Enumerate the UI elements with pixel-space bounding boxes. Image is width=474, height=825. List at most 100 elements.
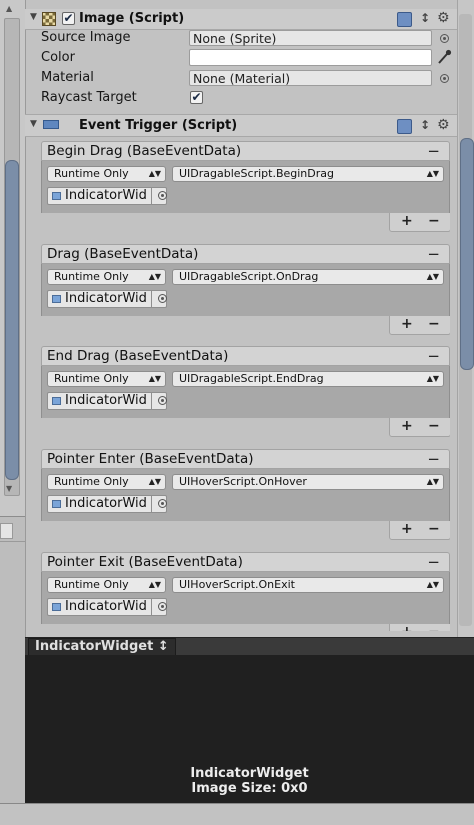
remove-event-button[interactable]: − bbox=[427, 450, 440, 468]
remove-listener-button[interactable]: − bbox=[428, 316, 440, 332]
source-image-field[interactable]: None (Sprite) bbox=[189, 30, 432, 46]
collapse-arrow-icon[interactable]: ▼ bbox=[30, 12, 37, 22]
source-image-picker-icon[interactable] bbox=[440, 34, 449, 43]
raycast-target-label: Raycast Target bbox=[41, 90, 137, 105]
source-image-label: Source Image bbox=[41, 30, 131, 45]
help-book-icon[interactable] bbox=[397, 119, 412, 134]
bottom-status-strip bbox=[0, 803, 474, 825]
runtime-mode-dropdown[interactable]: Runtime Only ▲▼ bbox=[47, 371, 166, 387]
event-header: Drag (BaseEventData) − bbox=[41, 244, 450, 264]
function-dropdown[interactable]: UIDragableScript.EndDrag ▲▼ bbox=[172, 371, 444, 387]
event-header: Pointer Enter (BaseEventData) − bbox=[41, 449, 450, 469]
gameobject-icon bbox=[52, 192, 61, 200]
event-trigger-header[interactable]: ▼ Event Trigger (Script) ↕ ⚙ bbox=[25, 114, 457, 137]
event-footer: + − bbox=[389, 418, 450, 437]
remove-listener-button[interactable]: − bbox=[428, 624, 440, 631]
image-enabled-checkbox[interactable]: ✔ bbox=[62, 12, 75, 25]
event-body: Runtime Only ▲▼ UIDragableScript.EndDrag ▲… bbox=[41, 366, 450, 418]
target-object-field[interactable]: IndicatorWid bbox=[47, 598, 167, 616]
target-object-field[interactable]: IndicatorWid bbox=[47, 392, 167, 410]
remove-event-button[interactable]: − bbox=[427, 347, 440, 365]
target-object-field[interactable]: IndicatorWid bbox=[47, 290, 167, 308]
object-picker-icon[interactable] bbox=[151, 393, 172, 409]
event-entry-drag: Drag (BaseEventData) − Runtime Only ▲▼ UI… bbox=[41, 244, 450, 336]
event-title: Begin Drag (BaseEventData) bbox=[47, 143, 242, 159]
inspector-scrollbar-thumb[interactable] bbox=[460, 138, 474, 370]
runtime-mode-dropdown[interactable]: Runtime Only ▲▼ bbox=[47, 166, 166, 182]
material-field[interactable]: None (Material) bbox=[189, 70, 432, 86]
event-header: Begin Drag (BaseEventData) − bbox=[41, 141, 450, 161]
event-footer: + − bbox=[389, 316, 450, 335]
scroll-down-arrow-icon[interactable]: ▼ bbox=[6, 484, 12, 494]
event-header: End Drag (BaseEventData) − bbox=[41, 346, 450, 366]
runtime-mode-dropdown[interactable]: Runtime Only ▲▼ bbox=[47, 474, 166, 490]
event-footer: + − bbox=[389, 521, 450, 540]
add-listener-button[interactable]: + bbox=[401, 213, 413, 229]
function-dropdown[interactable]: UIHoverScript.OnHover ▲▼ bbox=[172, 474, 444, 490]
remove-listener-button[interactable]: − bbox=[428, 418, 440, 434]
gameobject-icon bbox=[52, 397, 61, 405]
scroll-up-arrow-icon[interactable]: ▲ bbox=[6, 4, 12, 14]
preview-object-dropdown[interactable]: IndicatorWidget ↕ bbox=[28, 638, 176, 656]
gear-icon[interactable]: ⚙ bbox=[437, 117, 450, 133]
preview-image-size: Image Size: 0x0 bbox=[191, 781, 308, 796]
function-dropdown[interactable]: UIDragableScript.BeginDrag ▲▼ bbox=[172, 166, 444, 182]
add-listener-button[interactable]: + bbox=[401, 521, 413, 537]
left-scrollbar-thumb[interactable] bbox=[5, 160, 19, 480]
preview-object-name: IndicatorWidget bbox=[190, 766, 309, 781]
object-picker-icon[interactable] bbox=[151, 496, 172, 512]
color-swatch[interactable] bbox=[189, 49, 432, 66]
event-title: End Drag (BaseEventData) bbox=[47, 348, 229, 364]
target-object-field[interactable]: IndicatorWid bbox=[47, 187, 167, 205]
runtime-mode-dropdown[interactable]: Runtime Only ▲▼ bbox=[47, 577, 166, 593]
function-dropdown[interactable]: UIHoverScript.OnExit ▲▼ bbox=[172, 577, 444, 593]
raycast-target-checkbox[interactable]: ✔ bbox=[190, 91, 203, 104]
target-object-field[interactable]: IndicatorWid bbox=[47, 495, 167, 513]
dropdown-arrow-icon: ▲▼ bbox=[148, 580, 161, 589]
event-header: Pointer Exit (BaseEventData) − bbox=[41, 552, 450, 572]
dropdown-arrow-icon: ▲▼ bbox=[148, 272, 161, 281]
color-label: Color bbox=[41, 50, 75, 65]
dropdown-arrow-icon: ▲▼ bbox=[426, 374, 439, 383]
event-footer: + − bbox=[389, 213, 450, 232]
event-title: Pointer Enter (BaseEventData) bbox=[47, 451, 254, 467]
star-icon[interactable] bbox=[0, 523, 13, 539]
remove-listener-button[interactable]: − bbox=[428, 213, 440, 229]
eyedropper-icon[interactable] bbox=[437, 49, 452, 65]
material-label: Material bbox=[41, 70, 94, 85]
event-entry-pointer-exit: Pointer Exit (BaseEventData) − Runtime O… bbox=[41, 552, 450, 631]
material-picker-icon[interactable] bbox=[440, 74, 449, 83]
preset-icon[interactable]: ↕ bbox=[420, 118, 430, 132]
object-picker-icon[interactable] bbox=[151, 188, 172, 204]
left-lower-panel bbox=[0, 516, 25, 825]
event-body: Runtime Only ▲▼ UIDragableScript.OnDrag ▲▼… bbox=[41, 264, 450, 316]
remove-event-button[interactable]: − bbox=[427, 553, 440, 571]
object-picker-icon[interactable] bbox=[151, 291, 172, 307]
remove-listener-button[interactable]: − bbox=[428, 521, 440, 537]
remove-event-button[interactable]: − bbox=[427, 245, 440, 263]
gameobject-icon bbox=[52, 500, 61, 508]
add-listener-button[interactable]: + bbox=[401, 316, 413, 332]
image-component-title: Image (Script) bbox=[79, 11, 185, 26]
preset-icon[interactable]: ↕ bbox=[420, 11, 430, 25]
function-dropdown[interactable]: UIDragableScript.OnDrag ▲▼ bbox=[172, 269, 444, 285]
event-entry-pointer-enter: Pointer Enter (BaseEventData) − Runtime … bbox=[41, 449, 450, 541]
runtime-mode-dropdown[interactable]: Runtime Only ▲▼ bbox=[47, 269, 166, 285]
remove-event-button[interactable]: − bbox=[427, 142, 440, 160]
image-component-icon bbox=[42, 12, 56, 26]
gameobject-icon bbox=[52, 603, 61, 611]
image-component-header[interactable]: ▼ ✔ Image (Script) ↕ ⚙ bbox=[25, 9, 457, 30]
script-icon bbox=[43, 120, 59, 129]
collapse-arrow-icon[interactable]: ▼ bbox=[30, 119, 37, 129]
event-entry-end-drag: End Drag (BaseEventData) − Runtime Only ▲… bbox=[41, 346, 450, 438]
event-body: Runtime Only ▲▼ UIHoverScript.OnExit ▲▼ In… bbox=[41, 572, 450, 624]
add-listener-button[interactable]: + bbox=[401, 624, 413, 631]
divider bbox=[0, 541, 25, 542]
gear-icon[interactable]: ⚙ bbox=[437, 10, 450, 26]
event-footer: + − bbox=[389, 624, 450, 631]
object-picker-icon[interactable] bbox=[151, 599, 172, 615]
event-body: Runtime Only ▲▼ UIDragableScript.BeginDra… bbox=[41, 161, 450, 213]
dropdown-arrow-icon: ▲▼ bbox=[148, 477, 161, 486]
help-book-icon[interactable] bbox=[397, 12, 412, 27]
add-listener-button[interactable]: + bbox=[401, 418, 413, 434]
